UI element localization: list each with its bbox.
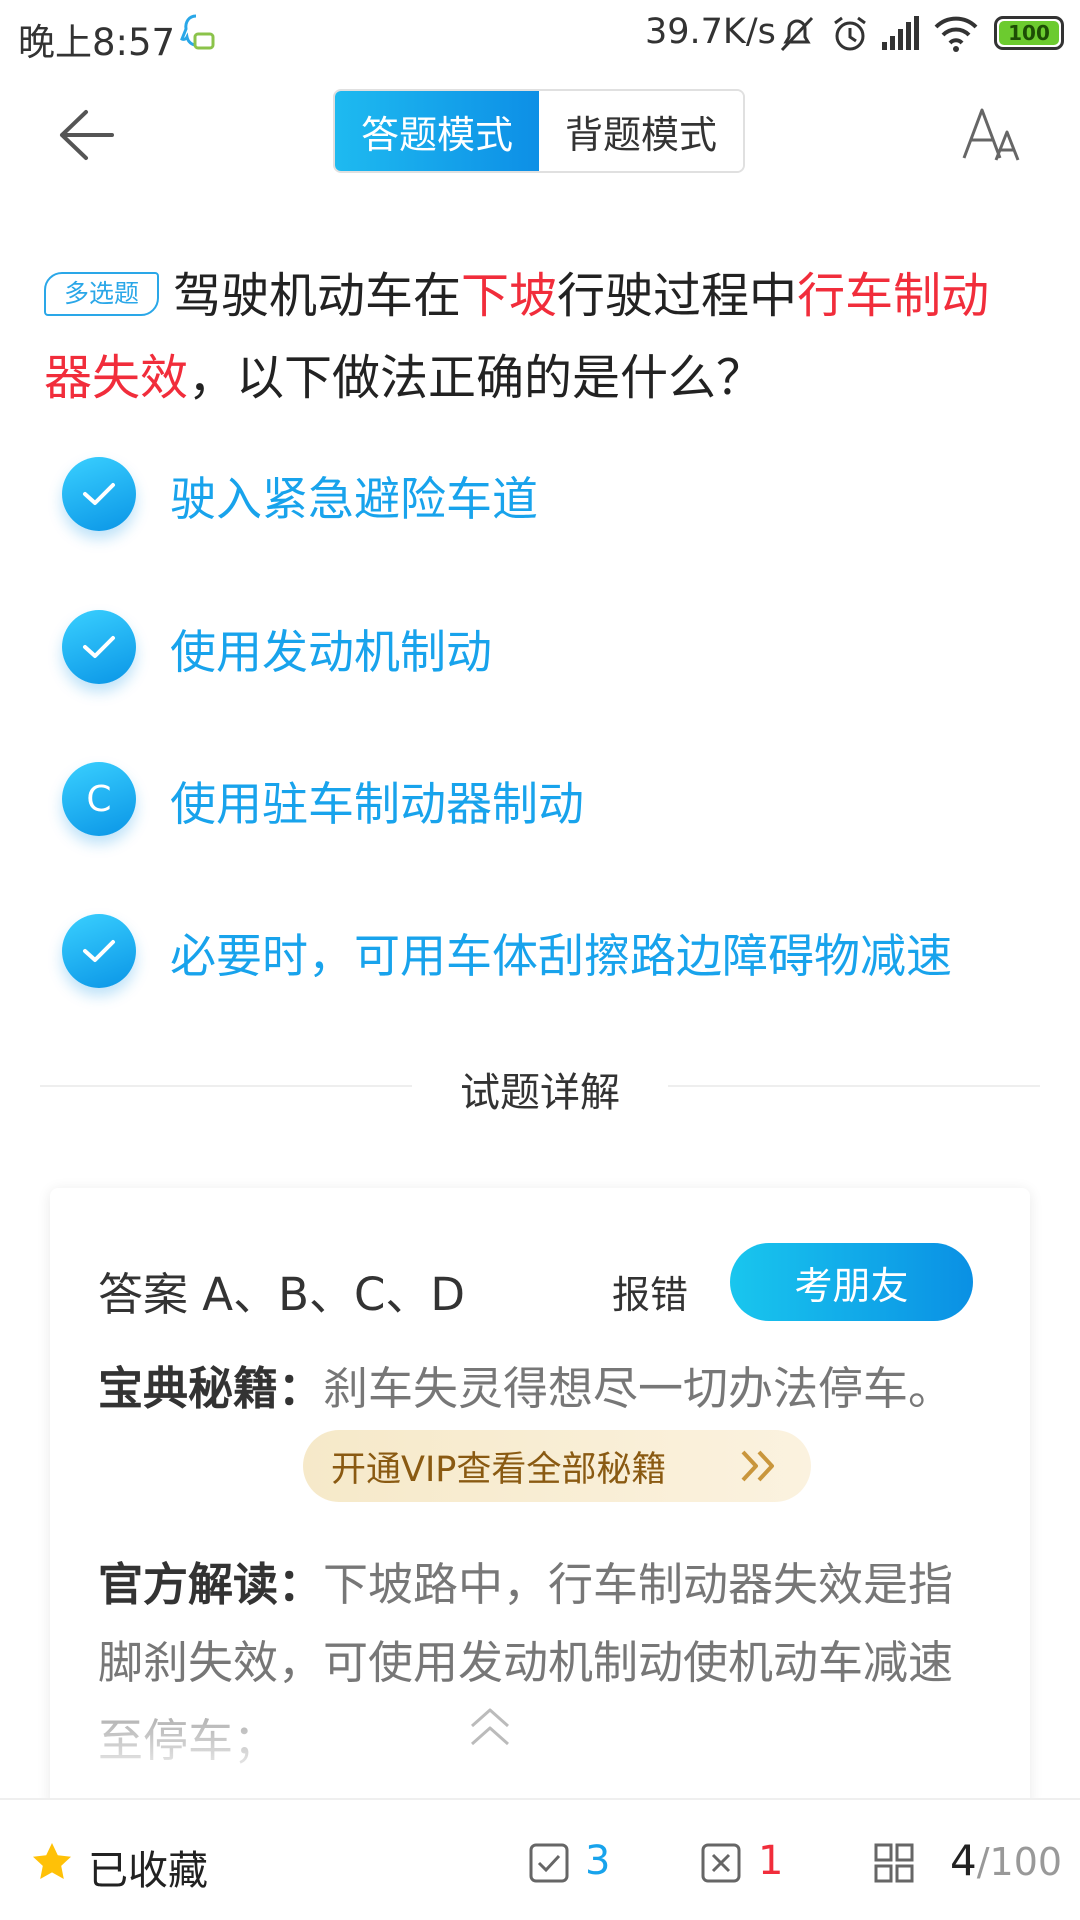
page-total: /100: [976, 1840, 1063, 1884]
option-b-text: 使用发动机制动: [170, 625, 492, 679]
tip-paragraph: 宝典秘籍：刹车失灵得想尽一切办法停车。: [98, 1350, 978, 1428]
option-a[interactable]: 驶入紧急避险车道: [62, 449, 1042, 539]
alarm-icon: [834, 16, 866, 51]
option-d[interactable]: 必要时，可用车体刮擦路边障碍物减速: [62, 906, 1042, 996]
star-icon[interactable]: [30, 1840, 74, 1884]
mute-icon: [780, 16, 814, 52]
page-indicator[interactable]: 4/100: [950, 1836, 1062, 1885]
option-b[interactable]: 使用发动机制动: [62, 602, 1042, 692]
question-part: 驾驶机动车在: [173, 268, 462, 324]
official-label: 官方解读：: [98, 1558, 324, 1611]
page-current: 4: [950, 1836, 977, 1885]
tip-text: 刹车失灵得想尽一切办法停车。: [323, 1362, 954, 1415]
bottom-bar: 已收藏 3 1 4/100: [0, 1798, 1080, 1920]
answer-label: 答案 A、B、C、D: [98, 1268, 466, 1321]
mode-toggle: 答题模式 背题模式: [333, 89, 745, 173]
wrong-x-icon: [701, 1843, 741, 1883]
status-time: 晚上8:57: [18, 21, 176, 64]
vip-unlock-button[interactable]: 开通VIP查看全部秘籍: [303, 1430, 811, 1502]
option-c[interactable]: C 使用驻车制动器制动: [62, 754, 1042, 844]
quiz-friend-button[interactable]: 考朋友: [730, 1243, 973, 1321]
question-part: ，以下做法正确的是什么？: [188, 350, 765, 406]
tip-label: 宝典秘籍：: [98, 1362, 324, 1415]
question-highlight: 下坡: [461, 268, 558, 324]
option-b-check-icon: [62, 610, 136, 684]
qq-notification-icon: [180, 14, 215, 50]
question-text: 多选题 驾驶机动车在下坡行驶过程中行车制动器失效，以下做法正确的是什么？: [44, 255, 1034, 419]
collapse-fade: [50, 1698, 1030, 1808]
grid-icon[interactable]: [873, 1842, 915, 1884]
vip-label: 开通VIP查看全部秘籍: [331, 1449, 667, 1490]
wrong-count: 1: [758, 1838, 784, 1884]
tab-review-mode[interactable]: 背题模式: [539, 91, 743, 171]
correct-check-icon: [529, 1843, 569, 1883]
option-c-marker: C: [62, 762, 136, 836]
option-a-text: 驶入紧急避险车道: [170, 472, 538, 526]
divider-right: [668, 1085, 1040, 1087]
explanation-card: 答案 A、B、C、D 报错 考朋友 宝典秘籍：刹车失灵得想尽一切办法停车。 开通…: [50, 1188, 1030, 1808]
favorite-label[interactable]: 已收藏: [88, 1838, 208, 1896]
signal-icon: [882, 16, 919, 50]
tab-answer-mode[interactable]: 答题模式: [335, 91, 539, 171]
question-part: 行驶过程中: [557, 268, 798, 324]
report-error-button[interactable]: 报错: [612, 1264, 688, 1319]
option-d-text: 必要时，可用车体刮擦路边障碍物减速: [170, 929, 952, 983]
question-type-badge: 多选题: [44, 272, 160, 316]
wifi-icon: [934, 16, 978, 52]
double-chevron-up-icon[interactable]: [460, 1698, 520, 1758]
option-c-text: 使用驻车制动器制动: [170, 777, 584, 831]
status-bar: 晚上8:57 39.7K/s 100: [0, 0, 1080, 70]
option-a-check-icon: [62, 457, 136, 531]
section-title: 试题详解: [460, 1070, 620, 1116]
double-chevron-right-icon: [741, 1450, 774, 1482]
back-arrow-icon[interactable]: [50, 100, 120, 170]
correct-count: 3: [585, 1838, 611, 1884]
font-size-icon[interactable]: [960, 100, 1030, 170]
battery-level: 100: [999, 21, 1059, 45]
network-speed: 39.7K/s: [645, 12, 776, 52]
option-d-check-icon: [62, 914, 136, 988]
battery-icon: 100: [994, 16, 1064, 50]
